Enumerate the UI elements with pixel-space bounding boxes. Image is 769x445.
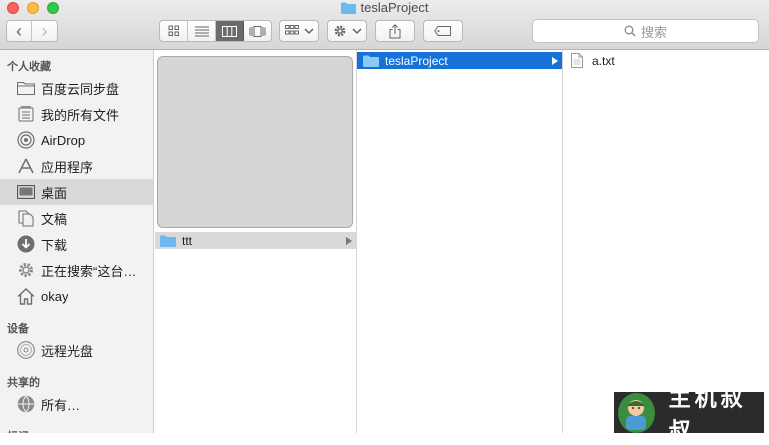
sidebar-item-label: 下载 <box>41 237 68 253</box>
sidebar-item-label: okay <box>41 288 69 304</box>
list-view-icon <box>194 26 209 36</box>
folder-preview <box>157 56 353 228</box>
list-item-ttt[interactable]: ttt <box>155 232 356 249</box>
list-item-label: teslaProject <box>385 53 448 68</box>
folder-icon <box>16 78 36 98</box>
search-placeholder: 搜索 <box>640 24 667 40</box>
browser-column-1[interactable]: ttt <box>155 50 357 433</box>
sidebar-item-all-shared[interactable]: 所有… <box>0 391 153 417</box>
applications-icon <box>16 156 36 176</box>
all-files-icon <box>16 104 36 124</box>
sidebar-item-documents[interactable]: 文稿 <box>0 205 153 231</box>
home-icon <box>16 286 36 306</box>
arrange-button[interactable] <box>279 20 319 42</box>
watermark: 主机叔叔 <box>614 386 764 444</box>
sidebar-item-baidu-sync[interactable]: 百度云同步盘 <box>0 75 153 101</box>
watermark-text: 主机叔叔 <box>668 385 747 444</box>
forward-button[interactable]: › <box>32 21 57 41</box>
sidebar-item-desktop[interactable]: 桌面 <box>0 179 153 205</box>
sidebar-heading-tags: 标记 <box>7 428 29 433</box>
arrange-icon <box>284 25 299 35</box>
sidebar-item-applications[interactable]: 应用程序 <box>0 153 153 179</box>
search-field[interactable]: 搜索 <box>532 19 759 43</box>
sidebar-heading-shared: 共享的 <box>7 377 40 389</box>
desktop-icon <box>16 182 36 202</box>
chevron-down-icon <box>304 28 313 34</box>
browser-column-3[interactable]: a.txt <box>563 50 769 433</box>
list-item-label: a.txt <box>592 53 615 68</box>
back-button[interactable]: ‹ <box>7 20 33 41</box>
sidebar-item-home[interactable]: okay <box>0 283 153 309</box>
airdrop-icon <box>16 130 36 150</box>
sidebar-item-label: 我的所有文件 <box>41 107 120 123</box>
disclosure-arrow-icon <box>552 56 558 65</box>
column-view-icon <box>222 25 237 37</box>
tag-icon <box>434 26 451 36</box>
icon-view-icon <box>168 25 179 36</box>
sidebar-item-label: 正在搜索“这台… <box>41 263 137 279</box>
view-mode-control <box>159 20 272 42</box>
cover-flow-icon <box>249 25 266 37</box>
folder-icon <box>160 235 176 247</box>
sidebar-item-all-my-files[interactable]: 我的所有文件 <box>0 101 153 127</box>
share-icon <box>389 23 401 38</box>
sidebar-item-smart-search[interactable]: 正在搜索“这台… <box>0 257 153 283</box>
sidebar-item-airdrop[interactable]: AirDrop <box>0 127 153 153</box>
nav-buttons: ‹ › <box>6 20 58 42</box>
window-titlebar: teslaProject ‹ › 搜索 <box>0 0 769 50</box>
sidebar-item-label: 远程光盘 <box>41 343 94 359</box>
sidebar-item-label: 桌面 <box>41 185 68 201</box>
share-button[interactable] <box>375 20 415 42</box>
forward-label: › <box>41 20 48 41</box>
chevron-down-icon <box>352 28 361 34</box>
tags-button[interactable] <box>423 20 463 42</box>
gear-icon <box>16 260 36 280</box>
action-button[interactable] <box>327 20 367 42</box>
sidebar-item-label: 应用程序 <box>41 159 94 175</box>
text-file-icon <box>571 53 583 68</box>
list-view-button[interactable] <box>188 21 216 41</box>
list-item-label: ttt <box>182 233 193 248</box>
browser-column-2[interactable]: teslaProject <box>357 50 563 433</box>
gear-icon <box>334 25 345 37</box>
back-label: ‹ <box>16 20 22 41</box>
mascot-avatar <box>618 392 655 433</box>
icon-view-button[interactable] <box>160 21 188 41</box>
search-icon <box>624 25 636 37</box>
sidebar-item-label: 文稿 <box>41 211 68 227</box>
sidebar-item-label: 百度云同步盘 <box>41 81 120 97</box>
sidebar-item-label: 所有… <box>41 397 81 413</box>
sidebar-heading-devices: 设备 <box>7 323 29 335</box>
list-item-teslaproject[interactable]: teslaProject <box>357 52 562 69</box>
list-item-a-txt[interactable]: a.txt <box>563 52 768 69</box>
downloads-icon <box>16 234 36 254</box>
window-title-area: teslaProject <box>0 0 769 18</box>
network-icon <box>16 394 36 414</box>
cover-flow-button[interactable] <box>244 21 271 41</box>
sidebar-heading-favorites: 个人收藏 <box>7 61 51 73</box>
sidebar: 个人收藏 百度云同步盘 我的所有文件 AirDrop 应用程序 桌面 文稿 下载… <box>0 50 154 433</box>
documents-icon <box>16 208 36 228</box>
disclosure-arrow-icon <box>346 236 352 245</box>
folder-icon <box>363 55 379 67</box>
disc-icon <box>16 340 36 360</box>
sidebar-item-downloads[interactable]: 下载 <box>0 231 153 257</box>
sidebar-item-remote-disc[interactable]: 远程光盘 <box>0 337 153 363</box>
sidebar-item-label: AirDrop <box>41 132 86 148</box>
folder-icon <box>340 2 356 18</box>
window-title: teslaProject <box>360 0 429 15</box>
column-view-button[interactable] <box>216 21 244 41</box>
